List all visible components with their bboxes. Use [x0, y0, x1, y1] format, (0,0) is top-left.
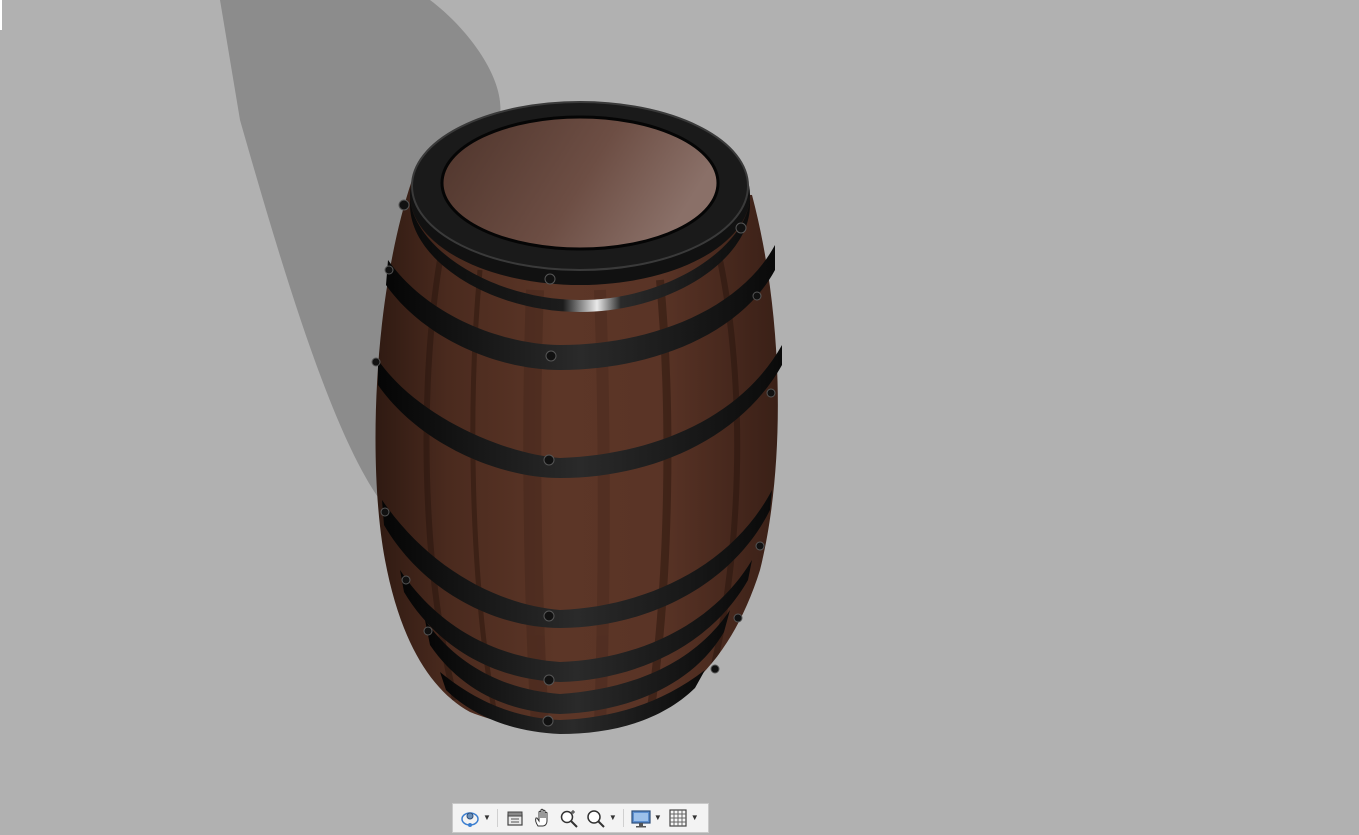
zoom-dropdown-caret[interactable]: ▼	[609, 814, 617, 822]
display-settings-caret[interactable]: ▼	[654, 814, 662, 822]
look-at-icon	[507, 811, 523, 826]
3d-viewport[interactable]: ▼ ▼ ▼ ▼	[0, 0, 1359, 835]
display-settings-icon	[631, 810, 651, 828]
pan-hand-icon	[535, 808, 548, 827]
orbit-icon	[461, 812, 479, 827]
display-settings-tool[interactable]: ▼	[628, 806, 664, 830]
barrel-lid	[440, 115, 720, 251]
grid-dropdown-caret[interactable]: ▼	[691, 814, 699, 822]
barrel-model[interactable]	[0, 0, 1359, 835]
orbit-dropdown-caret[interactable]: ▼	[483, 814, 491, 822]
look-at-tool[interactable]	[502, 806, 528, 830]
grid-snap-tool[interactable]: ▼	[665, 806, 701, 830]
zoom-window-icon	[560, 810, 578, 828]
zoom-fit-tool[interactable]: ▼	[583, 806, 619, 830]
grid-snap-icon	[669, 809, 687, 827]
navigation-toolbar: ▼ ▼ ▼ ▼	[452, 803, 709, 833]
zoom-window-tool[interactable]	[556, 806, 582, 830]
toolbar-divider	[496, 809, 498, 827]
toolbar-divider	[622, 809, 624, 827]
pan-tool[interactable]	[529, 806, 555, 830]
orbit-tool[interactable]: ▼	[457, 806, 493, 830]
zoom-fit-icon	[587, 810, 605, 828]
